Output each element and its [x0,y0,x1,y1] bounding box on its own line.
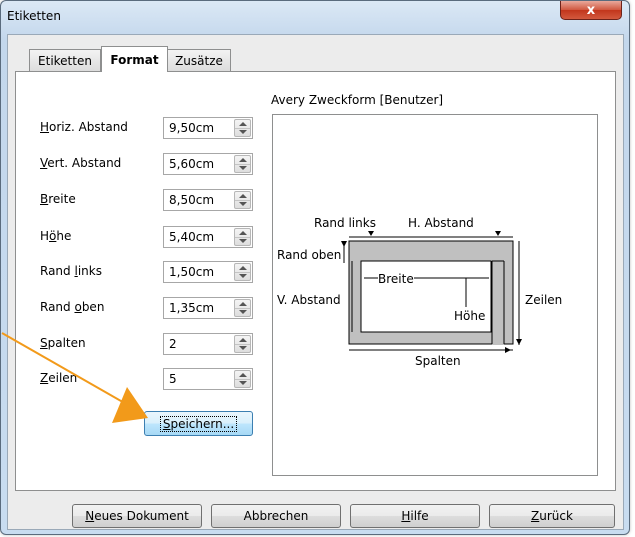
breite-label: Breite [378,272,414,286]
preview-title: Avery Zweckform [Benutzer] [271,93,444,107]
spin-value[interactable]: 5 [169,372,177,386]
tab-zusaetze[interactable]: Zusätze [167,49,231,71]
rand-links-spinfield[interactable]: 1,50cm [163,261,253,283]
label-rand-links: Rand links [40,264,102,278]
spin-buttons[interactable] [234,263,251,281]
spin-down-icon[interactable] [239,166,247,170]
abbrechen-button[interactable]: Abbrechen [211,504,341,528]
save-button-label: Speichern... [159,415,238,432]
rand-oben-label: Rand oben [277,248,342,262]
zeilen-label: Zeilen [525,293,563,307]
spin-down-icon[interactable] [239,202,247,206]
hoehe-label: Höhe [454,309,486,323]
label-hoehe: Höhe [40,229,72,243]
hoehe-spinfield[interactable]: 5,40cm [163,226,253,248]
spin-up-icon[interactable] [239,302,247,306]
spin-buttons[interactable] [234,335,251,353]
spin-up-icon[interactable] [239,231,247,235]
spin-buttons[interactable] [234,155,251,173]
tab-label: Zusätze [175,53,223,68]
spin-value[interactable]: 9,50cm [169,121,214,135]
pointer-arrow-icon [1,332,148,423]
spalten-spinfield[interactable]: 2 [163,333,253,355]
button-label: Abbrechen [243,509,309,523]
rand-oben-spinfield[interactable]: 1,35cm [163,297,253,319]
tab-etiketten[interactable]: Etiketten [29,49,101,71]
hilfe-button[interactable]: Hilfe [350,504,480,528]
zeilen-spinfield[interactable]: 5 [163,368,253,390]
spin-buttons[interactable] [234,299,251,317]
spin-value[interactable]: 5,60cm [169,157,214,171]
spin-down-icon[interactable] [239,274,247,278]
v-abstand-label: V. Abstand [277,293,341,307]
spin-up-icon[interactable] [239,122,247,126]
button-label: Zurück [531,509,573,523]
label-horiz-abstand: Horiz. Abstand [40,120,128,134]
spin-value[interactable]: 8,50cm [169,193,214,207]
zurueck-button[interactable]: Zurück [489,504,615,528]
spin-up-icon[interactable] [239,373,247,377]
spin-buttons[interactable] [234,119,251,137]
save-button[interactable]: Speichern... [144,411,253,436]
horiz-abstand-spinfield[interactable]: 9,50cm [163,117,253,139]
spin-down-icon[interactable] [239,130,247,134]
spin-value[interactable]: 5,40cm [169,230,214,244]
spin-buttons[interactable] [234,370,251,388]
tab-label: Format [110,52,159,67]
label-rand-oben: Rand oben [40,300,105,314]
vert-abstand-spinfield[interactable]: 5,60cm [163,153,253,175]
tab-format[interactable]: Format [101,46,168,72]
spin-up-icon[interactable] [239,338,247,342]
spin-down-icon[interactable] [239,310,247,314]
button-label: Neues Dokument [85,509,189,523]
close-button[interactable]: x [560,1,622,20]
window-title: Etiketten [7,9,61,23]
breite-spinfield[interactable]: 8,50cm [163,189,253,211]
neues-dokument-button[interactable]: Neues Dokument [72,504,202,528]
spalten-label: Spalten [415,354,461,368]
spin-value[interactable]: 1,35cm [169,301,214,315]
label-breite: Breite [40,192,76,206]
spin-up-icon[interactable] [239,158,247,162]
button-label: Hilfe [401,509,429,523]
spin-up-icon[interactable] [239,266,247,270]
spin-down-icon[interactable] [239,346,247,350]
label-preview: Rand links H. Abstand Rand oben V. Absta… [272,114,598,476]
spin-value[interactable]: 2 [169,337,177,351]
spin-buttons[interactable] [234,191,251,209]
spin-buttons[interactable] [234,228,251,246]
tab-label: Etiketten [38,53,92,68]
h-abstand-label: H. Abstand [408,216,474,230]
close-icon: x [586,2,596,18]
spin-down-icon[interactable] [239,381,247,385]
rand-links-label: Rand links [314,216,376,230]
spin-down-icon[interactable] [239,239,247,243]
spin-up-icon[interactable] [239,194,247,198]
spin-value[interactable]: 1,50cm [169,265,214,279]
label-vert-abstand: Vert. Abstand [40,156,122,170]
